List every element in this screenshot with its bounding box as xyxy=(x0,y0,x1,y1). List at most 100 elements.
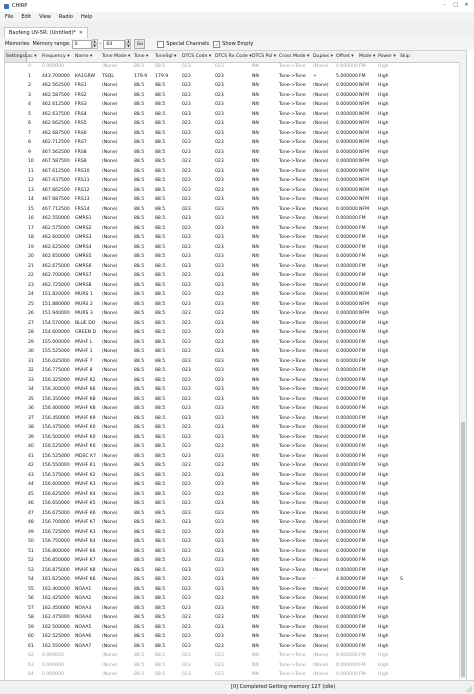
cell-power[interactable]: High xyxy=(378,281,389,291)
table-row[interactable]: 27 154.570000 BLUE DO (None) 88.5 88.5 023 023 N… xyxy=(5,319,466,329)
cell-cross[interactable]: Tone->Tone xyxy=(279,167,306,177)
cell-duplex[interactable]: (None) xyxy=(313,100,329,110)
cell-duplex[interactable]: (None) xyxy=(313,566,329,576)
cell-offset[interactable]: 0.000000 xyxy=(336,110,358,120)
cell-rxdtcs[interactable]: 023 xyxy=(215,471,224,481)
cell-mode[interactable]: FM xyxy=(359,347,366,357)
cell-freq[interactable]: 0.000000 xyxy=(42,661,64,671)
cell-duplex[interactable]: (None) xyxy=(313,309,329,319)
cell-freq[interactable]: 462.650000 xyxy=(42,252,70,262)
cell-loc[interactable]: 11 xyxy=(28,167,34,177)
cell-tone[interactable]: 88.5 xyxy=(134,176,144,186)
cell-offset[interactable]: 0.000000 xyxy=(336,224,358,234)
cell-power[interactable]: High xyxy=(378,186,389,196)
cell-freq[interactable]: 467.662500 xyxy=(42,186,70,196)
cell-power[interactable]: High xyxy=(378,452,389,462)
cell-rxdtcs[interactable]: 023 xyxy=(215,91,224,101)
cell-rxdtcs[interactable]: 023 xyxy=(215,670,224,680)
cell-duplex[interactable]: (None) xyxy=(313,195,329,205)
cell-rxdtcs[interactable]: 023 xyxy=(215,480,224,490)
cell-freq[interactable]: 0.000000 xyxy=(42,670,64,680)
checkbox-checked-icon[interactable]: ✓ xyxy=(213,40,221,48)
cell-loc[interactable]: 6 xyxy=(28,119,31,129)
cell-dtcs[interactable]: 023 xyxy=(182,119,191,129)
cell-name[interactable]: FRS1 xyxy=(75,81,87,91)
cell-dtcs[interactable]: 023 xyxy=(182,423,191,433)
cell-loc[interactable]: 25 xyxy=(28,300,34,310)
cell-mode[interactable]: FM xyxy=(359,642,366,652)
cell-pol[interactable]: NN xyxy=(252,537,259,547)
cell-tsql[interactable]: 88.5 xyxy=(155,509,165,519)
cell-mode[interactable]: FM xyxy=(359,547,366,557)
cell-cross[interactable]: Tone->Tone xyxy=(279,670,306,680)
cell-power[interactable]: High xyxy=(378,205,389,215)
cell-power[interactable]: High xyxy=(378,357,389,367)
cell-name[interactable]: MVHF K6 xyxy=(75,509,96,519)
cell-loc[interactable]: 8 xyxy=(28,138,31,148)
cell-pol[interactable]: NN xyxy=(252,433,259,443)
cell-duplex[interactable]: (None) xyxy=(313,233,329,243)
cell-rxdtcs[interactable]: 023 xyxy=(215,404,224,414)
cell-cross[interactable]: Tone->Tone xyxy=(279,186,306,196)
cell-freq[interactable]: 156.850000 xyxy=(42,556,70,566)
cell-rxdtcs[interactable]: 023 xyxy=(215,62,224,72)
cell-freq[interactable]: 467.562500 xyxy=(42,148,70,158)
cell-mode[interactable]: NFM xyxy=(359,290,369,300)
cell-loc[interactable]: 12 xyxy=(28,176,34,186)
cell-offset[interactable]: 0.000000 xyxy=(336,604,358,614)
cell-tmode[interactable]: (None) xyxy=(102,499,118,509)
cell-dtcs[interactable]: 023 xyxy=(182,442,191,452)
cell-duplex[interactable]: (None) xyxy=(313,328,329,338)
cell-cross[interactable]: Tone->Tone xyxy=(279,575,306,585)
cell-offset[interactable]: 0.000000 xyxy=(336,290,358,300)
cell-name[interactable]: MVHF K2 xyxy=(75,376,96,386)
cell-tone[interactable]: 88.5 xyxy=(134,148,144,158)
cell-cross[interactable]: Tone->Tone xyxy=(279,547,306,557)
cell-loc[interactable]: 19 xyxy=(28,243,34,253)
cell-tmode[interactable]: (None) xyxy=(102,461,118,471)
cell-freq[interactable]: 156.725000 xyxy=(42,528,70,538)
cell-mode[interactable]: FM xyxy=(359,423,366,433)
cell-duplex[interactable]: (None) xyxy=(313,385,329,395)
cell-power[interactable]: High xyxy=(378,585,389,595)
cell-cross[interactable]: Tone->Tone xyxy=(279,632,306,642)
minimize-button[interactable]: – xyxy=(440,1,449,9)
cell-offset[interactable]: 0.000000 xyxy=(336,566,358,576)
cell-loc[interactable]: 47 xyxy=(28,509,34,519)
cell-name[interactable]: MDSC K7 xyxy=(75,452,96,462)
cell-mode[interactable]: FM xyxy=(359,623,366,633)
cell-freq[interactable]: 156.325000 xyxy=(42,376,70,386)
cell-rxdtcs[interactable]: 023 xyxy=(215,290,224,300)
cell-rxdtcs[interactable]: 023 xyxy=(215,176,224,186)
cell-power[interactable]: High xyxy=(378,62,389,72)
cell-tmode[interactable]: (None) xyxy=(102,509,118,519)
cell-tmode[interactable]: (None) xyxy=(102,148,118,158)
cell-loc[interactable]: 37 xyxy=(28,414,34,424)
cell-dtcs[interactable]: 023 xyxy=(182,623,191,633)
cell-offset[interactable]: 0.000000 xyxy=(336,376,358,386)
cell-rxdtcs[interactable]: 023 xyxy=(215,442,224,452)
cell-tsql[interactable]: 88.5 xyxy=(155,224,165,234)
cell-dtcs[interactable]: 023 xyxy=(182,176,191,186)
cell-loc[interactable]: 28 xyxy=(28,328,34,338)
table-row[interactable]: 5 462.637500 FRS4 (None) 88.5 88.5 023 023 NN Ton… xyxy=(5,110,466,120)
cell-pol[interactable]: NN xyxy=(252,575,259,585)
cell-dtcs[interactable]: 023 xyxy=(182,471,191,481)
cell-freq[interactable]: 162.550000 xyxy=(42,642,70,652)
table-row[interactable]: 28 154.600000 GREEN D (None) 88.5 88.5 023 023 N… xyxy=(5,328,466,338)
cell-rxdtcs[interactable]: 023 xyxy=(215,357,224,367)
cell-power[interactable]: High xyxy=(378,537,389,547)
cell-dtcs[interactable]: 023 xyxy=(182,328,191,338)
cell-dtcs[interactable]: 023 xyxy=(182,376,191,386)
cell-tmode[interactable]: (None) xyxy=(102,62,118,72)
cell-tmode[interactable]: (None) xyxy=(102,347,118,357)
cell-tone[interactable]: 88.5 xyxy=(134,623,144,633)
table-row[interactable]: 32 156.775000 MVHF 8 (None) 88.5 88.5 023 023 NN… xyxy=(5,366,466,376)
cell-tsql[interactable]: 88.5 xyxy=(155,395,165,405)
cell-power[interactable]: High xyxy=(378,129,389,139)
cell-mode[interactable]: NFM xyxy=(359,205,369,215)
cell-power[interactable]: High xyxy=(378,423,389,433)
cell-rxdtcs[interactable]: 023 xyxy=(215,328,224,338)
cell-tone[interactable]: 88.5 xyxy=(134,195,144,205)
cell-dtcs[interactable]: 023 xyxy=(182,395,191,405)
